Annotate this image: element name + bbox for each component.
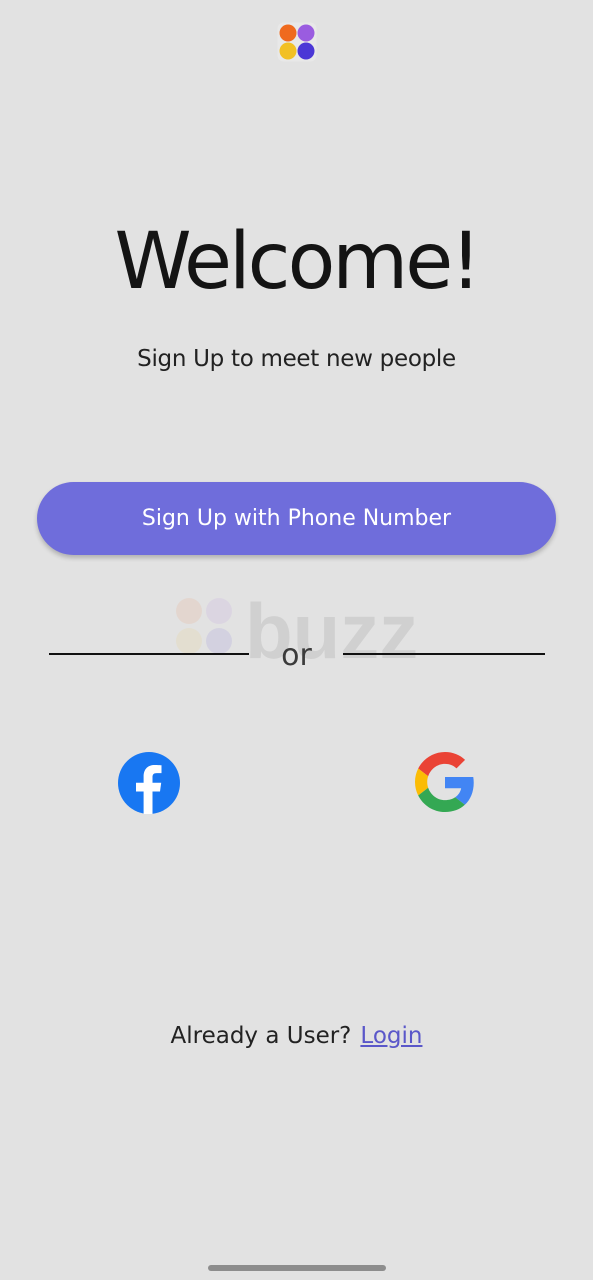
app-logo-icon	[277, 22, 317, 62]
phone-signup-label: Sign Up with Phone Number	[141, 506, 452, 531]
divider-left	[49, 653, 249, 655]
page-subtitle: Sign Up to meet new people	[137, 346, 456, 372]
google-icon	[415, 752, 474, 812]
page-title: Welcome!	[114, 217, 481, 307]
google-signup-button[interactable]	[415, 752, 475, 812]
phone-signup-button[interactable]: Sign Up with Phone Number	[37, 482, 556, 555]
divider-right	[343, 653, 545, 655]
login-link[interactable]: Login	[360, 1020, 422, 1052]
login-prompt: Already a User?	[170, 1023, 352, 1049]
login-row: Already a User? Login	[0, 1020, 593, 1052]
home-indicator[interactable]	[208, 1265, 386, 1271]
facebook-signup-button[interactable]	[118, 752, 180, 814]
facebook-icon	[118, 752, 180, 814]
or-separator: or	[281, 638, 312, 673]
